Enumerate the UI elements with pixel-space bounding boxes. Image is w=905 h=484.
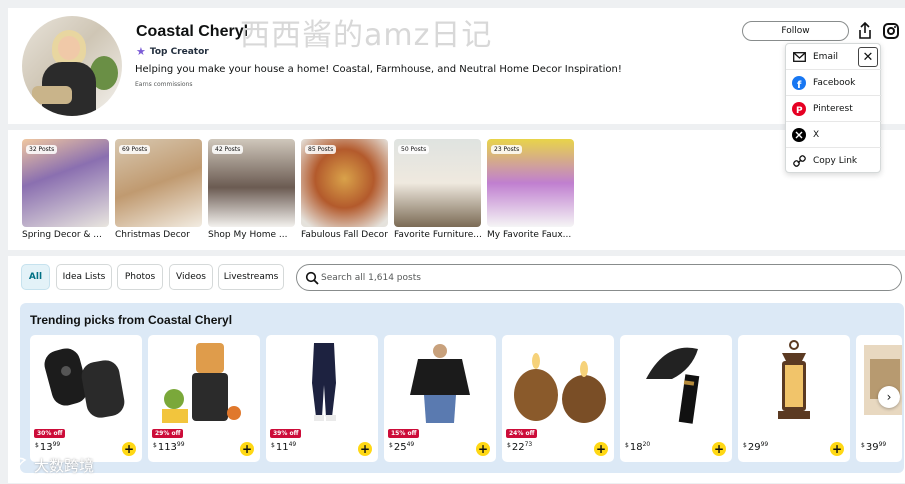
- star-icon: ★: [136, 45, 146, 58]
- product-price: $13 99: [35, 441, 61, 454]
- idea-list-thumbnail: 23 Posts: [487, 139, 574, 227]
- product-image: [36, 339, 136, 425]
- product-price: $29 99: [743, 441, 769, 454]
- email-icon: [792, 50, 806, 64]
- add-to-cart-button[interactable]: +: [830, 442, 844, 456]
- product-card[interactable]: 29% off $113 99 +: [148, 335, 260, 462]
- idea-list-label: My Favorite Faux...: [487, 230, 572, 240]
- share-x[interactable]: X: [786, 122, 882, 148]
- share-pinterest[interactable]: P Pinterest: [786, 96, 882, 122]
- search-icon: [305, 271, 319, 285]
- idea-list-label: Christmas Decor: [115, 230, 190, 240]
- product-card[interactable]: 24% off $22 73 +: [502, 335, 614, 462]
- product-image: [862, 339, 902, 425]
- trending-title: Trending picks from Coastal Cheryl: [30, 313, 233, 327]
- filter-idea-lists[interactable]: Idea Lists: [56, 264, 112, 290]
- add-to-cart-button[interactable]: +: [476, 442, 490, 456]
- product-price: $11 49: [271, 441, 297, 454]
- idea-list-thumbnail: 42 Posts: [208, 139, 295, 227]
- share-facebook[interactable]: f Facebook: [786, 70, 882, 96]
- product-card[interactable]: 15% off $25 49 +: [384, 335, 496, 462]
- idea-list-label: Favorite Furniture...: [394, 230, 481, 240]
- idea-list-thumbnail: 85 Posts: [301, 139, 388, 227]
- product-image: [390, 339, 490, 425]
- product-price: $22 73: [507, 441, 533, 454]
- idea-list-label: Fabulous Fall Decor!: [301, 230, 388, 240]
- post-count-badge: 50 Posts: [398, 145, 430, 154]
- footer-watermark: 大数跨境: [8, 454, 94, 476]
- idea-list-card[interactable]: 32 Posts Spring Decor & ...: [22, 139, 109, 240]
- filter-videos[interactable]: Videos: [169, 264, 213, 290]
- idea-list-thumbnail: 50 Posts: [394, 139, 481, 227]
- product-card[interactable]: $29 99 +: [738, 335, 850, 462]
- add-to-cart-button[interactable]: +: [122, 442, 136, 456]
- product-card[interactable]: $18 20 +: [620, 335, 732, 462]
- pinterest-icon: P: [792, 101, 806, 116]
- overlay-watermark: 西西酱的amz日记: [240, 18, 493, 53]
- filter-photos[interactable]: Photos: [117, 264, 163, 290]
- idea-lists-row: 32 Posts Spring Decor & ... 69 Posts Chr…: [8, 130, 905, 250]
- filter-all[interactable]: All: [21, 264, 50, 290]
- add-to-cart-button[interactable]: +: [594, 442, 608, 456]
- share-icon[interactable]: [857, 21, 873, 40]
- post-count-badge: 32 Posts: [26, 145, 58, 154]
- link-icon: [792, 154, 806, 168]
- post-count-badge: 69 Posts: [119, 145, 151, 154]
- idea-list-thumbnail: 32 Posts: [22, 139, 109, 227]
- product-price: $25 49: [389, 441, 415, 454]
- trending-picks-panel: Trending picks from Coastal Cheryl 30% o…: [20, 303, 904, 473]
- earns-commissions-label: Earns commissions: [135, 81, 193, 88]
- add-to-cart-button[interactable]: +: [358, 442, 372, 456]
- product-price: $39 99: [861, 441, 887, 454]
- carousel-next-button[interactable]: ›: [878, 386, 900, 408]
- idea-list-card[interactable]: 69 Posts Christmas Decor: [115, 139, 202, 240]
- product-image: [508, 339, 608, 425]
- filter-livestreams[interactable]: Livestreams: [218, 264, 284, 290]
- add-to-cart-button[interactable]: +: [240, 442, 254, 456]
- add-to-cart-button[interactable]: +: [712, 442, 726, 456]
- creator-name: Coastal Cheryl: [136, 23, 249, 40]
- idea-list-card[interactable]: 23 Posts My Favorite Faux...: [487, 139, 574, 240]
- idea-list-label: Shop My Home ...: [208, 230, 288, 240]
- post-count-badge: 85 Posts: [305, 145, 337, 154]
- svg-text:f: f: [797, 80, 802, 90]
- idea-list-label: Spring Decor & ...: [22, 230, 102, 240]
- product-image: [154, 339, 254, 425]
- svg-text:P: P: [796, 106, 803, 116]
- idea-list-thumbnail: 69 Posts: [115, 139, 202, 227]
- idea-list-card[interactable]: 42 Posts Shop My Home ...: [208, 139, 295, 240]
- post-count-badge: 23 Posts: [491, 145, 523, 154]
- avatar: [22, 16, 122, 116]
- logo-icon: [8, 454, 28, 476]
- post-count-badge: 42 Posts: [212, 145, 244, 154]
- facebook-icon: f: [792, 75, 806, 90]
- top-creator-badge: ★ Top Creator: [136, 45, 209, 58]
- product-image: [626, 339, 726, 425]
- instagram-icon[interactable]: [883, 23, 899, 39]
- product-image: [272, 339, 372, 425]
- idea-list-card[interactable]: 85 Posts Fabulous Fall Decor!: [301, 139, 388, 240]
- product-card[interactable]: 30% off $13 99 +: [30, 335, 142, 462]
- x-icon: [792, 127, 806, 142]
- discount-badge: 29% off: [152, 429, 184, 438]
- discount-badge: 15% off: [388, 429, 420, 438]
- share-copy-link[interactable]: Copy Link: [786, 148, 882, 174]
- close-share-menu-button[interactable]: ✕: [858, 47, 878, 67]
- product-price: $18 20: [625, 441, 651, 454]
- product-image: [744, 339, 844, 425]
- creator-tagline: Helping you make your house a home! Coas…: [135, 64, 622, 75]
- discount-badge: 39% off: [270, 429, 302, 438]
- product-card[interactable]: 39% off $11 49 +: [266, 335, 378, 462]
- chevron-right-icon: ›: [886, 390, 892, 404]
- search-posts-input[interactable]: Search all 1,614 posts: [296, 264, 902, 291]
- idea-list-card[interactable]: 50 Posts Favorite Furniture...: [394, 139, 481, 240]
- product-price: $113 99: [153, 441, 185, 454]
- follow-button[interactable]: Follow: [742, 21, 849, 41]
- discount-badge: 30% off: [34, 429, 66, 438]
- discount-badge: 24% off: [506, 429, 538, 438]
